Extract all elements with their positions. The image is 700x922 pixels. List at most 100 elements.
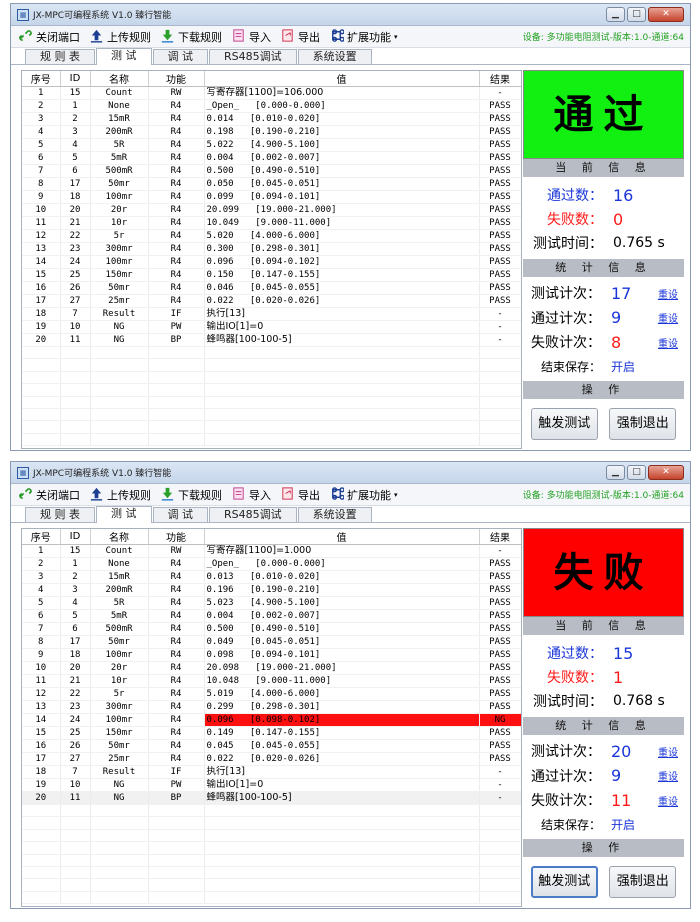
minimize-button[interactable]: ▁ xyxy=(606,465,625,480)
export-button[interactable]: 导出 xyxy=(277,27,326,47)
column-header[interactable]: 值 xyxy=(204,71,480,87)
table-row[interactable]: 12 22 5r R4 5.019 [4.000-6.000] PASS xyxy=(22,687,521,701)
tab-1[interactable]: 测 试 xyxy=(96,506,152,523)
table-row[interactable]: 13 23 300mr R4 0.299 [0.298-0.301] PASS xyxy=(22,700,521,714)
table-row[interactable]: 4 3 200mR R4 0.198 [0.190-0.210] PASS xyxy=(22,125,521,139)
column-header[interactable]: 名称 xyxy=(90,71,149,87)
table-row[interactable]: 3 2 15mR R4 0.014 [0.010-0.020] PASS xyxy=(22,112,521,126)
save-toggle[interactable]: 开启 xyxy=(611,816,651,833)
maximize-button[interactable]: □ xyxy=(627,7,646,22)
export-button[interactable]: 导出 xyxy=(277,485,326,505)
table-row[interactable]: 1 15 Count RW 写寄存器[1100]=1.000- xyxy=(22,544,521,558)
upload-rules-button[interactable]: 上传规则 xyxy=(86,27,157,47)
table-row[interactable]: 8 17 50mr R4 0.049 [0.045-0.051] PASS xyxy=(22,635,521,649)
extend-functions-button[interactable]: 扩展功能 ▾ xyxy=(326,485,404,505)
table-row[interactable]: 15 25 150mr R4 0.150 [0.147-0.155] PASS xyxy=(22,268,521,282)
save-toggle[interactable]: 开启 xyxy=(611,358,651,375)
table-row[interactable]: 10 20 20r R4 20.098 [19.000-21.000] PASS xyxy=(22,661,521,675)
table-row[interactable]: 15 25 150mr R4 0.149 [0.147-0.155] PASS xyxy=(22,726,521,740)
import-button[interactable]: 导入 xyxy=(228,27,277,47)
table-cell: 5 xyxy=(22,596,61,610)
table-row[interactable]: 2 1 None R4 _Open_ [0.000-0.000] PASS xyxy=(22,557,521,571)
import-button[interactable]: 导入 xyxy=(228,485,277,505)
table-row[interactable]: 9 18 100mr R4 0.099 [0.094-0.101] PASS xyxy=(22,190,521,204)
table-row[interactable]: 17 27 25mr R4 0.022 [0.020-0.026] PASS xyxy=(22,294,521,308)
table-row[interactable]: 9 18 100mr R4 0.098 [0.094-0.101] PASS xyxy=(22,648,521,662)
table-row[interactable]: 20 11 NG BP 蜂鸣器[100-100-5] - xyxy=(22,333,521,347)
table-row[interactable]: 11 21 10r R4 10.049 [9.000-11.000] PASS xyxy=(22,216,521,230)
table-row[interactable]: 5 4 5R R4 5.023 [4.900-5.100] PASS xyxy=(22,596,521,610)
table-row[interactable]: 18 7 Result IF 执行[13] - xyxy=(22,765,521,779)
table-cell: 3 xyxy=(60,583,91,597)
column-header[interactable]: 序号 xyxy=(22,529,61,545)
column-header[interactable]: 功能 xyxy=(148,71,205,87)
close-button[interactable]: ✕ xyxy=(648,7,684,22)
column-header[interactable]: 结果 xyxy=(479,529,521,545)
tab-0[interactable]: 规 则 表 xyxy=(25,507,95,522)
table-row[interactable]: 4 3 200mR R4 0.196 [0.190-0.210] PASS xyxy=(22,583,521,597)
table-row[interactable]: 16 26 50mr R4 0.045 [0.045-0.055] PASS xyxy=(22,739,521,753)
table-row[interactable]: 2 1 None R4 _Open_ [0.000-0.000] PASS xyxy=(22,99,521,113)
table-row[interactable]: 19 10 NG PW 输出IO[1]=0- xyxy=(22,778,521,792)
table-row[interactable]: 6 5 5mR R4 0.004 [0.002-0.007] PASS xyxy=(22,151,521,165)
maximize-button[interactable]: □ xyxy=(627,465,646,480)
reset-fail-times-link[interactable]: 重设 xyxy=(658,335,678,350)
close-port-button[interactable]: 关闭端口 xyxy=(15,485,86,505)
tab-4[interactable]: 系统设置 xyxy=(297,507,372,522)
force-exit-button[interactable]: 强制退出 xyxy=(609,866,677,898)
export-icon xyxy=(280,28,295,46)
table-row[interactable]: 16 26 50mr R4 0.046 [0.045-0.055] PASS xyxy=(22,281,521,295)
reset-test-count-link[interactable]: 重设 xyxy=(658,286,678,301)
table-row[interactable]: 1 15 Count RW 写寄存器[1100]=106.000- xyxy=(22,86,521,100)
trigger-test-button[interactable]: 触发测试 xyxy=(530,408,598,440)
tab-4[interactable]: 系统设置 xyxy=(297,49,372,64)
close-port-button[interactable]: 关闭端口 xyxy=(15,27,86,47)
empty-row xyxy=(22,358,521,372)
table-row[interactable]: 17 27 25mr R4 0.022 [0.020-0.026] PASS xyxy=(22,752,521,766)
download-rules-button[interactable]: 下载规则 xyxy=(157,27,228,47)
column-header[interactable]: 序号 xyxy=(22,71,61,87)
fail-count-label: 失败数： xyxy=(547,212,603,228)
table-row[interactable]: 10 20 20r R4 20.099 [19.000-21.000] PASS xyxy=(22,203,521,217)
column-header[interactable]: 值 xyxy=(204,529,480,545)
tab-1[interactable]: 测 试 xyxy=(96,48,152,65)
table-row[interactable]: 14 24 100mr R4 0.096 [0.098-0.102] NG xyxy=(22,713,521,727)
reset-pass-times-link[interactable]: 重设 xyxy=(658,768,678,783)
column-header[interactable]: ID xyxy=(60,529,91,545)
export-label: 导出 xyxy=(298,488,320,502)
column-header[interactable]: 结果 xyxy=(479,71,521,87)
minimize-button[interactable]: ▁ xyxy=(606,7,625,22)
extend-functions-button[interactable]: 扩展功能 ▾ xyxy=(326,27,404,47)
table-row[interactable]: 19 10 NG PW 输出IO[1]=0- xyxy=(22,320,521,334)
table-row[interactable]: 11 21 10r R4 10.048 [9.000-11.000] PASS xyxy=(22,674,521,688)
table-row[interactable]: 20 11 NG BP 蜂鸣器[100-100-5] - xyxy=(22,791,521,805)
table-row[interactable]: 5 4 5R R4 5.022 [4.900-5.100] PASS xyxy=(22,138,521,152)
tab-3[interactable]: RS485调试 xyxy=(209,49,297,64)
table-cell: PASS xyxy=(479,125,521,139)
table-row[interactable]: 13 23 300mr R4 0.300 [0.298-0.301] PASS xyxy=(22,242,521,256)
table-row[interactable]: 12 22 5r R4 5.020 [4.000-6.000] PASS xyxy=(22,229,521,243)
upload-rules-button[interactable]: 上传规则 xyxy=(86,485,157,505)
tab-2[interactable]: 调 试 xyxy=(152,507,208,522)
reset-pass-times-link[interactable]: 重设 xyxy=(658,310,678,325)
column-header[interactable]: 功能 xyxy=(148,529,205,545)
table-row[interactable]: 6 5 5mR R4 0.004 [0.002-0.007] PASS xyxy=(22,609,521,623)
reset-test-count-link[interactable]: 重设 xyxy=(658,744,678,759)
table-row[interactable]: 7 6 500mR R4 0.500 [0.490-0.510] PASS xyxy=(22,622,521,636)
table-row[interactable]: 3 2 15mR R4 0.013 [0.010-0.020] PASS xyxy=(22,570,521,584)
column-header[interactable]: 名称 xyxy=(90,529,149,545)
tab-2[interactable]: 调 试 xyxy=(152,49,208,64)
table-row[interactable]: 7 6 500mR R4 0.500 [0.490-0.510] PASS xyxy=(22,164,521,178)
column-header[interactable]: ID xyxy=(60,71,91,87)
reset-fail-times-link[interactable]: 重设 xyxy=(658,793,678,808)
table-row[interactable]: 14 24 100mr R4 0.096 [0.094-0.102] PASS xyxy=(22,255,521,269)
table-row[interactable]: 18 7 Result IF 执行[13] - xyxy=(22,307,521,321)
table-row[interactable]: 8 17 50mr R4 0.050 [0.045-0.051] PASS xyxy=(22,177,521,191)
trigger-test-button[interactable]: 触发测试 xyxy=(530,866,598,898)
close-button[interactable]: ✕ xyxy=(648,465,684,480)
force-exit-button[interactable]: 强制退出 xyxy=(609,408,677,440)
tab-0[interactable]: 规 则 表 xyxy=(25,49,95,64)
table-cell: R4 xyxy=(148,268,205,282)
download-rules-button[interactable]: 下载规则 xyxy=(157,485,228,505)
tab-3[interactable]: RS485调试 xyxy=(209,507,297,522)
